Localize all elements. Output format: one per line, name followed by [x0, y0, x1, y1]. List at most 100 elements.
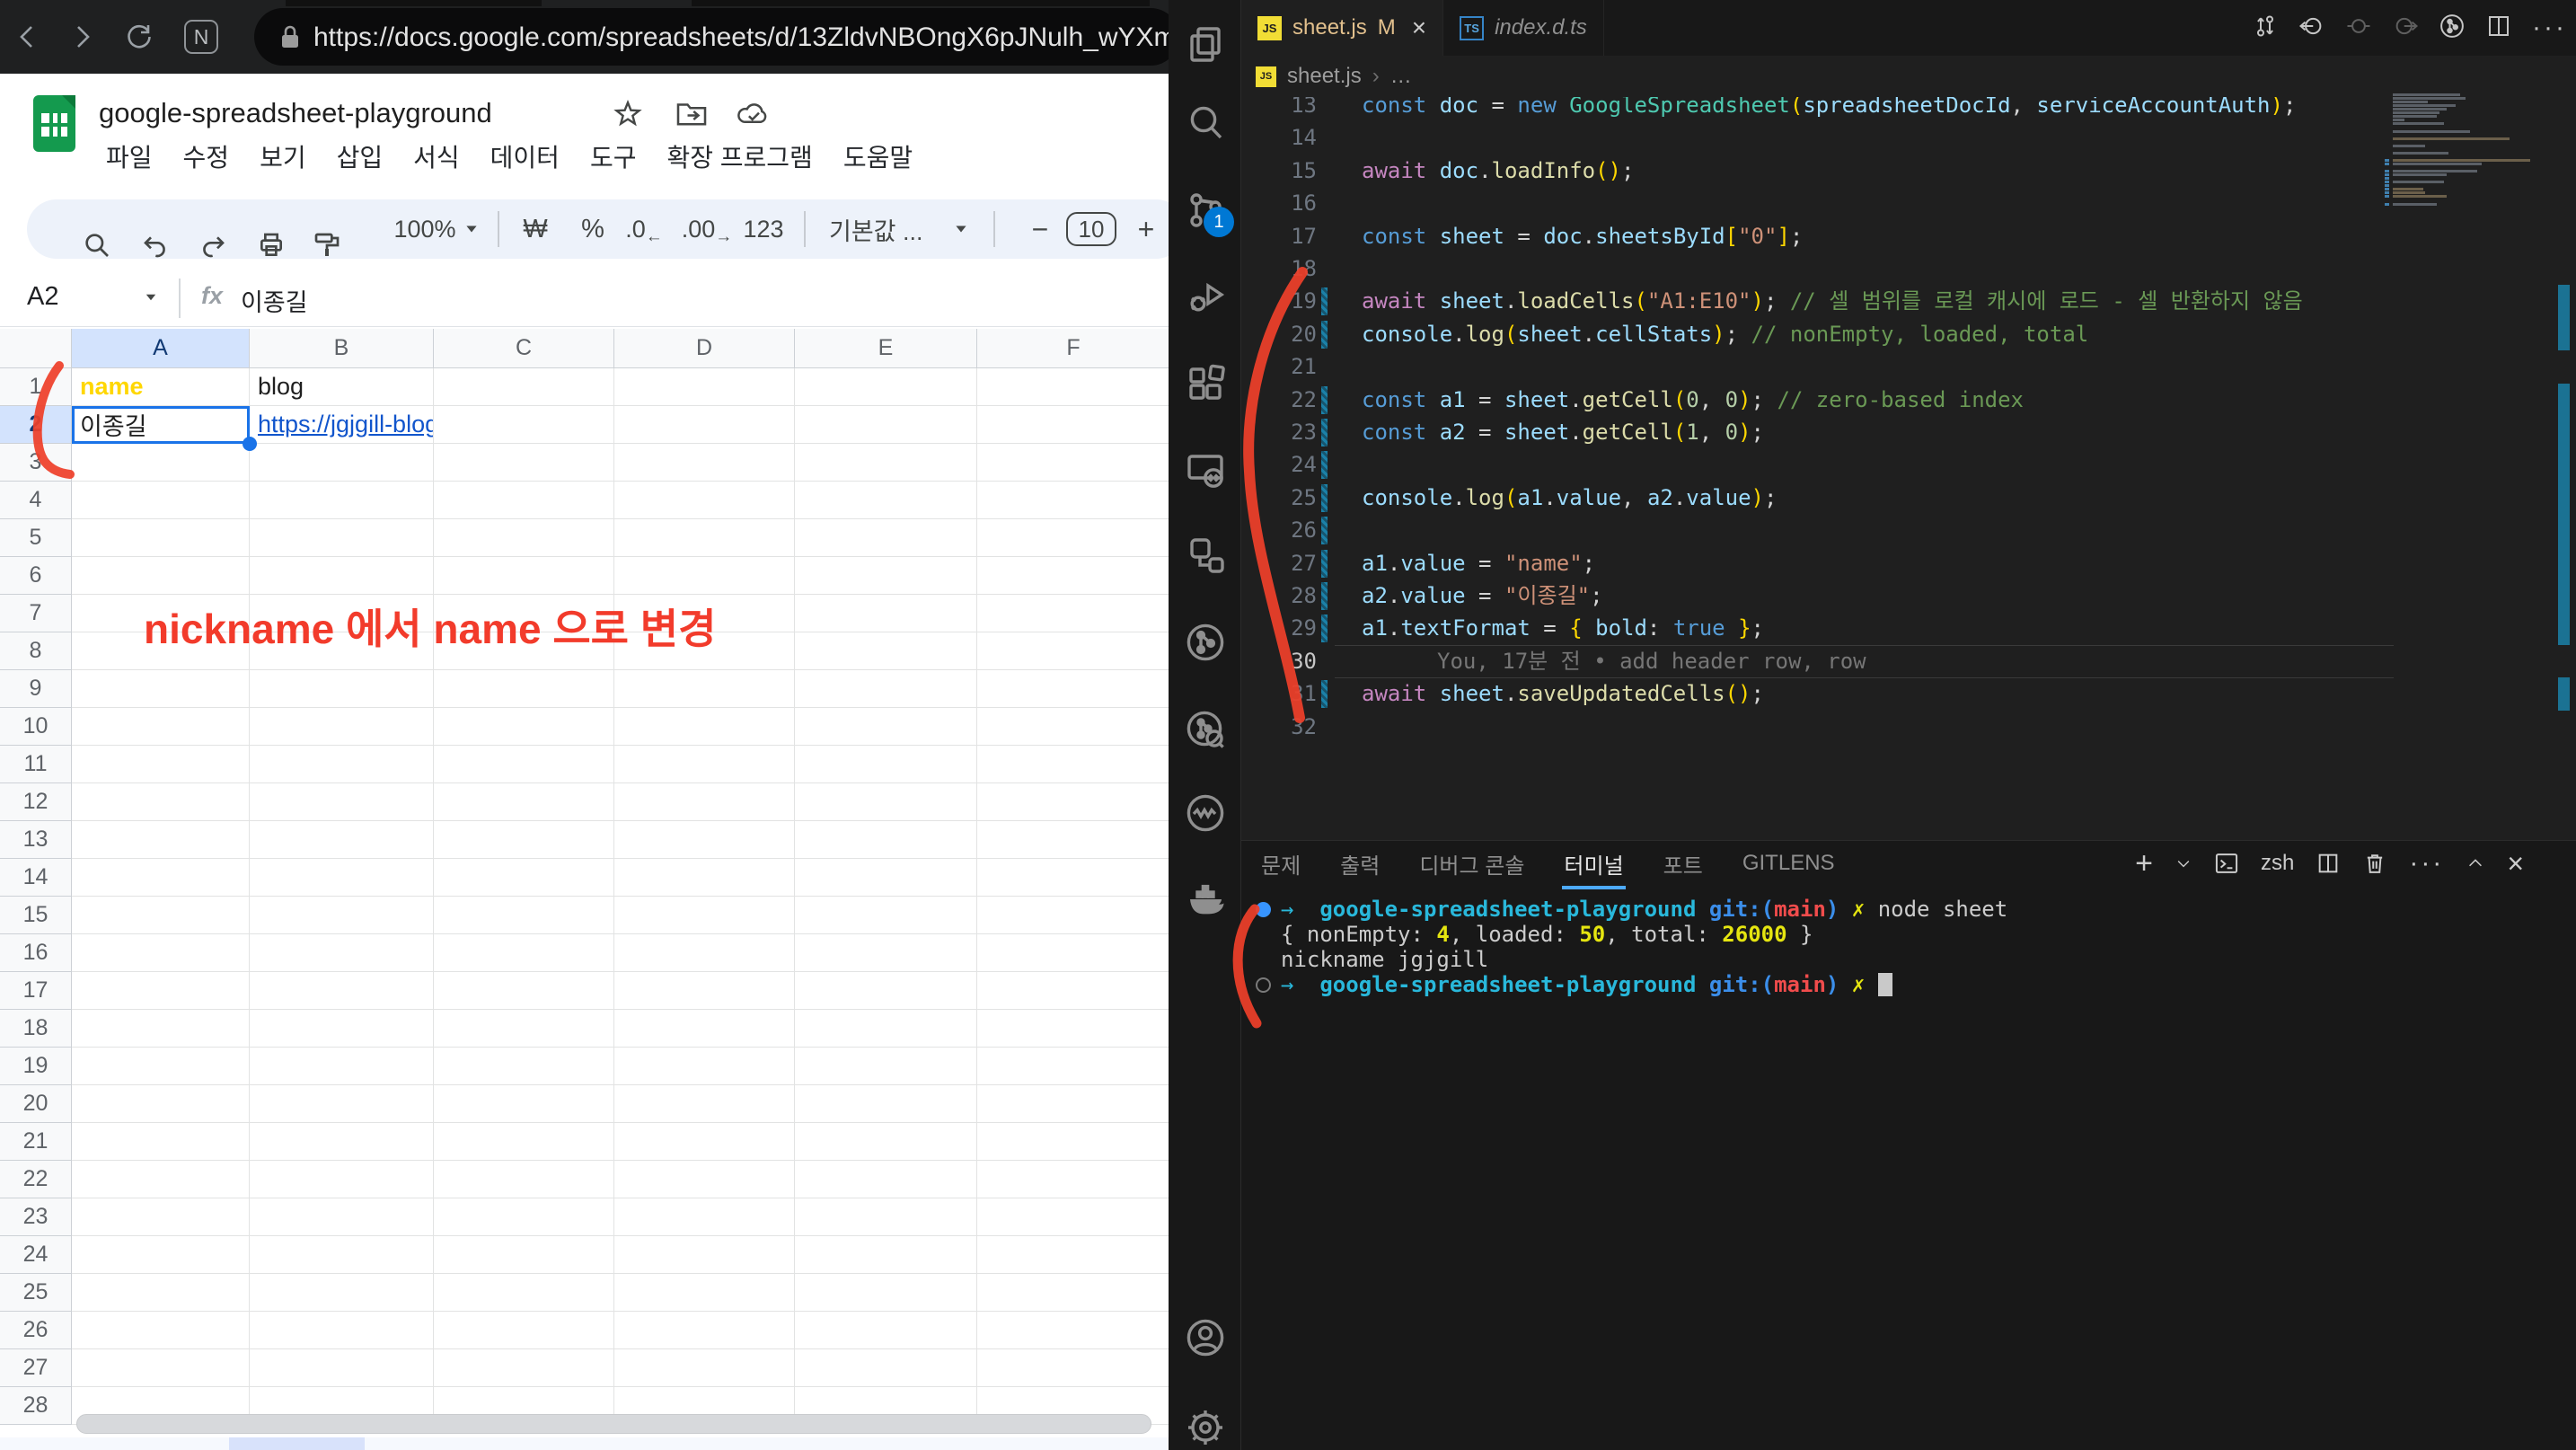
- row-header-14[interactable]: 14: [0, 859, 72, 897]
- cell-C23[interactable]: [434, 1198, 614, 1236]
- panel-tab-디버그 콘솔[interactable]: 디버그 콘솔: [1419, 848, 1524, 880]
- search-icon[interactable]: [1184, 102, 1227, 145]
- cell-E16[interactable]: [795, 934, 977, 972]
- cell-C13[interactable]: [434, 821, 614, 859]
- cell-B26[interactable]: [250, 1312, 434, 1349]
- cell-D1[interactable]: [614, 368, 795, 406]
- row-header-3[interactable]: 3: [0, 444, 72, 482]
- cell-B21[interactable]: [250, 1123, 434, 1161]
- tab-index.d.ts[interactable]: TSindex.d.ts: [1443, 0, 1604, 56]
- cell-C16[interactable]: [434, 934, 614, 972]
- row-header-2[interactable]: 2: [0, 406, 72, 444]
- panel-tab-출력[interactable]: 출력: [1340, 848, 1380, 880]
- cell-A14[interactable]: [72, 859, 250, 897]
- cell-C25[interactable]: [434, 1274, 614, 1312]
- maximize-panel-icon[interactable]: [2466, 853, 2485, 873]
- code-line-31[interactable]: 31await sheet.saveUpdatedCells();: [1241, 677, 2394, 710]
- cell-E2[interactable]: [795, 406, 977, 444]
- cell-B9[interactable]: [250, 670, 434, 708]
- row-header-12[interactable]: 12: [0, 783, 72, 821]
- cell-E6[interactable]: [795, 557, 977, 595]
- menu-item-서식[interactable]: 서식: [413, 138, 460, 174]
- cell-E10[interactable]: [795, 708, 977, 746]
- code-line-20[interactable]: 20console.log(sheet.cellStats); // nonEm…: [1241, 318, 2394, 350]
- row-header-24[interactable]: 24: [0, 1236, 72, 1274]
- cell-C15[interactable]: [434, 897, 614, 934]
- column-header-A[interactable]: A: [72, 329, 250, 368]
- cell-B25[interactable]: [250, 1274, 434, 1312]
- cell-F3[interactable]: [977, 444, 1169, 482]
- terminal-dropdown-icon[interactable]: [2175, 854, 2192, 872]
- cell-D4[interactable]: [614, 482, 795, 519]
- cell-A4[interactable]: [72, 482, 250, 519]
- cell-B6[interactable]: [250, 557, 434, 595]
- cell-D16[interactable]: [614, 934, 795, 972]
- cell-F23[interactable]: [977, 1198, 1169, 1236]
- row-header-7[interactable]: 7: [0, 595, 72, 632]
- cell-E1[interactable]: [795, 368, 977, 406]
- row-header-10[interactable]: 10: [0, 708, 72, 746]
- cell-E4[interactable]: [795, 482, 977, 519]
- cell-B2[interactable]: https://jgjgill-blog.netlify.app/: [250, 406, 434, 444]
- cell-E24[interactable]: [795, 1236, 977, 1274]
- commit-graph-icon[interactable]: [2439, 13, 2466, 44]
- horizontal-scrollbar[interactable]: [76, 1414, 1151, 1434]
- zoom-select[interactable]: 100%: [384, 199, 465, 259]
- menu-item-수정[interactable]: 수정: [183, 138, 230, 174]
- code-line-23[interactable]: 23const a2 = sheet.getCell(1, 0);: [1241, 416, 2394, 448]
- spreadsheet-grid[interactable]: ABCDEF1234567891011121314151617181920212…: [0, 329, 1169, 1450]
- cell-D26[interactable]: [614, 1312, 795, 1349]
- cell-A20[interactable]: [72, 1085, 250, 1123]
- cell-F13[interactable]: [977, 821, 1169, 859]
- row-header-28[interactable]: 28: [0, 1387, 72, 1425]
- cell-E17[interactable]: [795, 972, 977, 1010]
- cell-B24[interactable]: [250, 1236, 434, 1274]
- decrease-font-size-button[interactable]: −: [1019, 199, 1062, 259]
- code-line-22[interactable]: 22const a1 = sheet.getCell(0, 0); // zer…: [1241, 384, 2394, 416]
- row-header-22[interactable]: 22: [0, 1161, 72, 1198]
- cell-A11[interactable]: [72, 746, 250, 783]
- row-header-17[interactable]: 17: [0, 972, 72, 1010]
- cell-B1[interactable]: blog: [250, 368, 434, 406]
- row-header-8[interactable]: 8: [0, 632, 72, 670]
- code-line-16[interactable]: 16: [1241, 187, 2394, 219]
- cell-B11[interactable]: [250, 746, 434, 783]
- git-compare-icon[interactable]: [2252, 13, 2279, 44]
- explorer-icon[interactable]: [1184, 22, 1227, 66]
- wave-icon[interactable]: [1184, 791, 1227, 835]
- increase-decimal-button[interactable]: .00→: [679, 199, 735, 259]
- cell-C3[interactable]: [434, 444, 614, 482]
- cell-C26[interactable]: [434, 1312, 614, 1349]
- cell-D10[interactable]: [614, 708, 795, 746]
- row-header-6[interactable]: 6: [0, 557, 72, 595]
- row-header-19[interactable]: 19: [0, 1048, 72, 1085]
- command-decoration-filled[interactable]: [1256, 902, 1271, 917]
- cell-D13[interactable]: [614, 821, 795, 859]
- cell-F9[interactable]: [977, 670, 1169, 708]
- code-line-17[interactable]: 17const sheet = doc.sheetsById["0"];: [1241, 220, 2394, 252]
- cell-E20[interactable]: [795, 1085, 977, 1123]
- cell-D11[interactable]: [614, 746, 795, 783]
- code-line-25[interactable]: 25console.log(a1.value, a2.value);: [1241, 482, 2394, 514]
- percent-format-button[interactable]: %: [573, 199, 613, 259]
- tab-sheet.js[interactable]: JSsheet.jsM×: [1241, 0, 1443, 56]
- panel-tab-GITLENS[interactable]: GITLENS: [1742, 851, 1835, 876]
- document-title[interactable]: google-spreadsheet-playground: [99, 97, 492, 129]
- cell-A17[interactable]: [72, 972, 250, 1010]
- code-line-29[interactable]: 29a1.textFormat = { bold: true };: [1241, 612, 2394, 644]
- cell-E7[interactable]: [795, 595, 977, 632]
- cell-B13[interactable]: [250, 821, 434, 859]
- cell-A27[interactable]: [72, 1349, 250, 1387]
- row-header-13[interactable]: 13: [0, 821, 72, 859]
- nav-back-icon[interactable]: [2298, 13, 2325, 44]
- cell-D17[interactable]: [614, 972, 795, 1010]
- cell-C11[interactable]: [434, 746, 614, 783]
- cell-A3[interactable]: [72, 444, 250, 482]
- cell-D15[interactable]: [614, 897, 795, 934]
- row-header-18[interactable]: 18: [0, 1010, 72, 1048]
- cell-F2[interactable]: [977, 406, 1169, 444]
- cell-C12[interactable]: [434, 783, 614, 821]
- cell-E27[interactable]: [795, 1349, 977, 1387]
- row-header-26[interactable]: 26: [0, 1312, 72, 1349]
- code-line-14[interactable]: 14: [1241, 121, 2394, 154]
